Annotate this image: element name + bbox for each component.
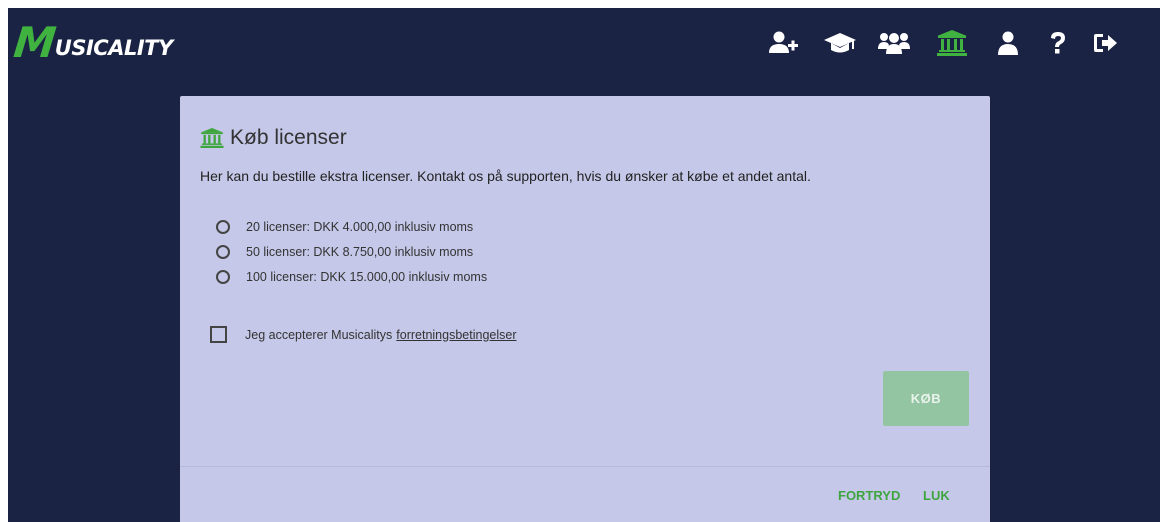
bank-icon <box>200 128 224 148</box>
accept-terms-text: Jeg accepterer Musicalitys <box>245 327 393 342</box>
question-icon[interactable] <box>1038 26 1078 60</box>
footer-divider <box>180 466 990 467</box>
option-label: 20 licenser: DKK 4.000,00 inklusiv moms <box>246 219 474 234</box>
radio-button[interactable] <box>216 219 230 234</box>
close-button[interactable]: LUK <box>923 488 950 503</box>
license-option-20[interactable]: 20 licenser: DKK 4.000,00 inklusiv moms <box>216 214 487 239</box>
users-icon[interactable] <box>874 26 914 60</box>
nav-icons <box>8 8 1160 80</box>
user-icon[interactable] <box>988 26 1028 60</box>
option-label: 50 licenser: DKK 8.750,00 inklusiv moms <box>246 244 474 259</box>
graduation-cap-icon[interactable] <box>820 26 860 60</box>
buy-button[interactable]: KØB <box>883 371 969 426</box>
dialog-title-text: Køb licenser <box>230 126 347 149</box>
license-option-100[interactable]: 100 licenser: DKK 15.000,00 inklusiv mom… <box>216 264 487 289</box>
license-option-50[interactable]: 50 licenser: DKK 8.750,00 inklusiv moms <box>216 239 487 264</box>
top-bar: M USICALITY <box>8 8 1160 80</box>
bank-icon[interactable] <box>932 26 972 60</box>
app-window: M USICALITY Køb licenser Her kan du best… <box>8 8 1160 522</box>
dialog-description: Her kan du bestille ekstra licenser. Kon… <box>200 168 811 184</box>
accept-terms: Jeg accepterer Musicalitys forretningsbe… <box>210 326 517 343</box>
add-user-icon[interactable] <box>764 26 804 60</box>
accept-terms-checkbox[interactable] <box>210 326 227 343</box>
radio-button[interactable] <box>216 269 230 284</box>
terms-link[interactable]: forretningsbetingelser <box>396 328 516 342</box>
dialog-title: Køb licenser <box>200 126 347 150</box>
cancel-button[interactable]: FORTRYD <box>838 488 900 503</box>
logout-icon[interactable] <box>1086 26 1126 60</box>
radio-button[interactable] <box>216 244 230 259</box>
buy-licenses-dialog: Køb licenser Her kan du bestille ekstra … <box>180 96 990 522</box>
license-options: 20 licenser: DKK 4.000,00 inklusiv moms … <box>216 214 487 289</box>
option-label: 100 licenser: DKK 15.000,00 inklusiv mom… <box>246 269 488 284</box>
